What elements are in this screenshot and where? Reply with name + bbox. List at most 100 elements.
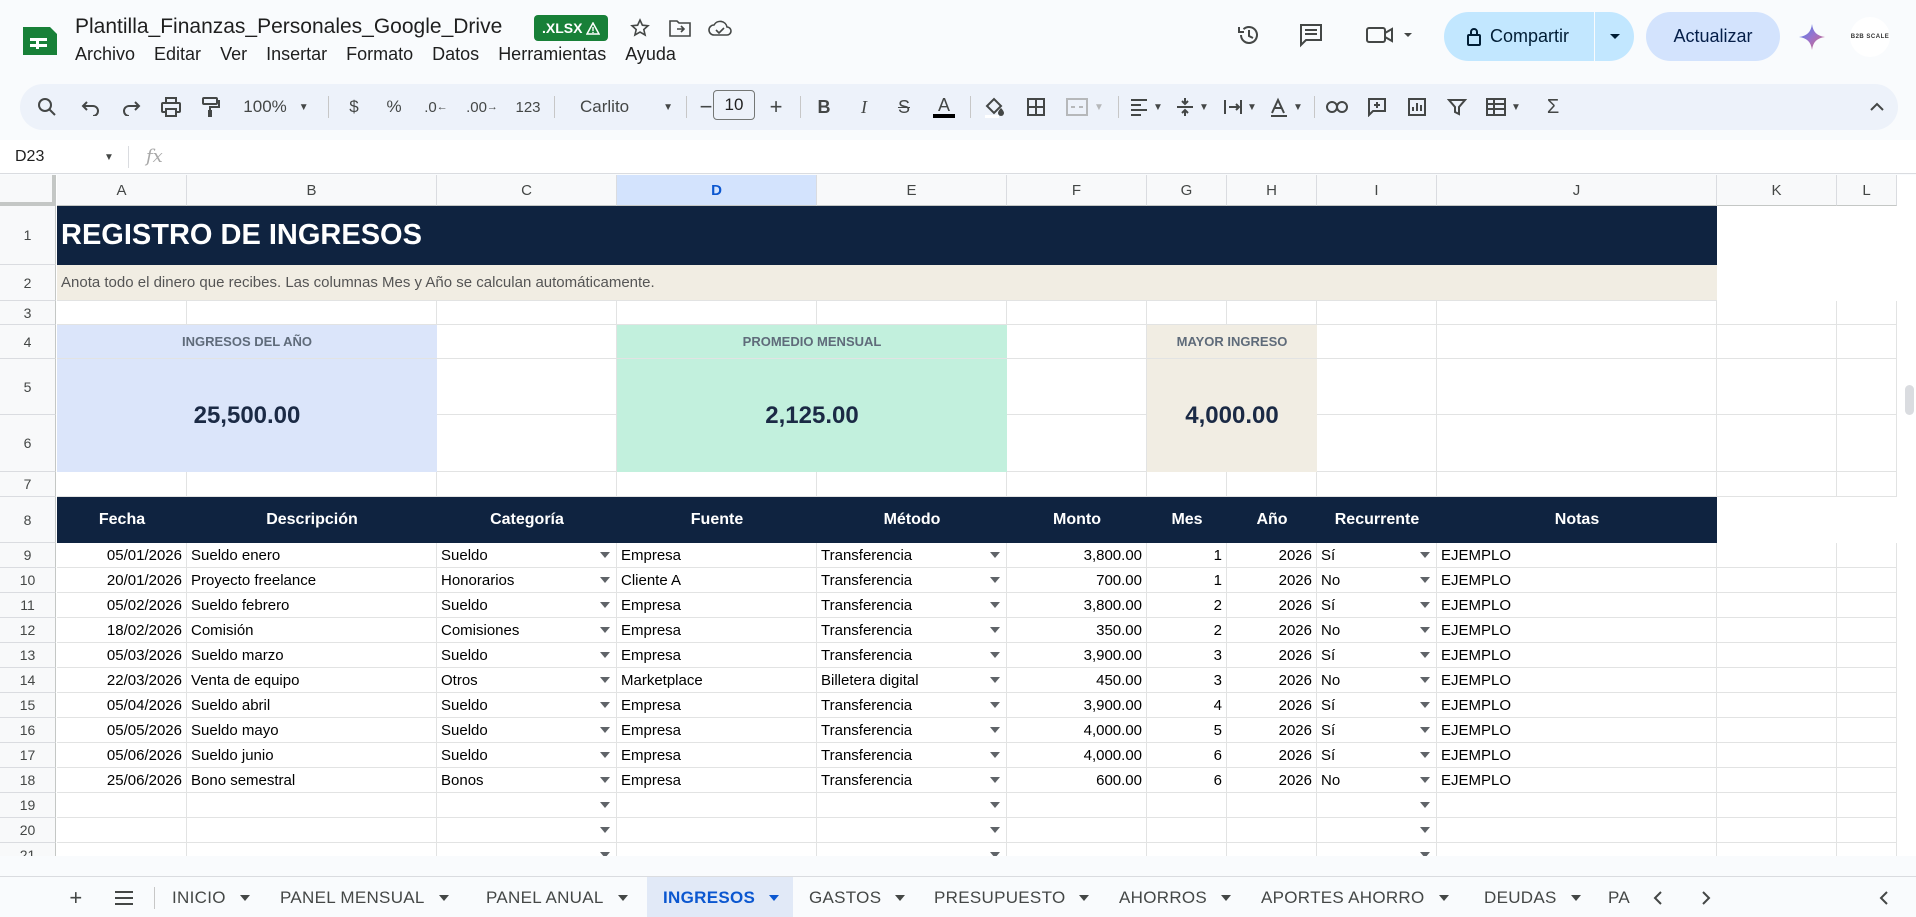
column-header-e[interactable]: E [817,175,1007,206]
column-header-i[interactable]: I [1317,175,1437,206]
cell-categoria[interactable]: Sueldo [437,743,617,768]
row-header-20[interactable]: 20 [0,818,56,843]
row-header-18[interactable]: 18 [0,768,56,793]
increase-decimal-button[interactable]: .00 → [462,84,502,130]
dropdown-arrow-icon[interactable] [600,652,610,658]
cell-categoria[interactable]: Bonos [437,768,617,793]
text-wrap-icon[interactable]: ▼ [1218,84,1262,130]
cell[interactable] [1837,793,1897,818]
move-folder-icon[interactable] [668,16,692,40]
chevron-down-icon[interactable] [1221,894,1232,901]
bold-button[interactable]: B [808,84,840,130]
chevron-down-icon[interactable] [769,894,780,901]
cell-recurrente[interactable]: Sí [1317,593,1437,618]
collapse-toolbar-icon[interactable] [1862,84,1892,130]
cell[interactable] [437,301,617,325]
table-view-icon[interactable]: ▼ [1480,84,1526,130]
cell[interactable] [1717,472,1837,497]
cell-metodo[interactable]: Transferencia [817,693,1007,718]
share-dropdown-icon[interactable] [1595,33,1634,41]
row-header-6[interactable]: 6 [0,415,56,472]
cell[interactable] [1007,793,1147,818]
cell-dropdown[interactable] [817,843,1007,856]
tab-aportes-ahorro[interactable]: APORTES AHORRO [1245,877,1461,917]
cell[interactable] [617,793,817,818]
cell-fecha[interactable]: 18/02/2026 [57,618,187,643]
cell-monto[interactable]: 4,000.00 [1007,743,1147,768]
dropdown-arrow-icon[interactable] [1420,802,1430,808]
italic-button[interactable]: I [848,84,880,130]
column-header-k[interactable]: K [1717,175,1837,206]
cell-dropdown[interactable] [1317,818,1437,843]
cell-fecha[interactable]: 05/03/2026 [57,643,187,668]
print-icon[interactable] [156,84,186,130]
cell-fecha[interactable]: 22/03/2026 [57,668,187,693]
cell[interactable] [1717,568,1837,593]
cell[interactable] [1147,472,1227,497]
cell-metodo[interactable]: Transferencia [817,743,1007,768]
menu-ver[interactable]: Ver [220,44,257,65]
cell[interactable] [1717,618,1837,643]
tab-panel-anual[interactable]: PANEL ANUAL [470,877,639,917]
dropdown-arrow-icon[interactable] [1420,727,1430,733]
cell-recurrente[interactable]: Sí [1317,743,1437,768]
cell-ano[interactable]: 2026 [1227,593,1317,618]
document-title[interactable]: Plantilla_Finanzas_Personales_Google_Dri… [75,15,502,39]
cell-dropdown[interactable] [1317,793,1437,818]
cell-recurrente[interactable]: No [1317,618,1437,643]
vertical-scrollbar[interactable] [1905,385,1914,415]
cell-fecha[interactable]: 05/01/2026 [57,543,187,568]
cell[interactable] [1007,325,1147,359]
sheets-logo-icon[interactable] [20,24,60,58]
cell-notas[interactable]: EJEMPLO [1437,693,1717,718]
cell-monto[interactable]: 4,000.00 [1007,718,1147,743]
filter-icon[interactable] [1440,84,1474,130]
more-formats-button[interactable]: 123 [508,84,548,130]
cell[interactable] [1837,593,1897,618]
update-button[interactable]: Actualizar [1646,12,1780,61]
merge-cells-icon[interactable]: ▼ [1060,84,1110,130]
dropdown-arrow-icon[interactable] [600,627,610,633]
menu-insertar[interactable]: Insertar [266,44,337,65]
cell-recurrente[interactable]: Sí [1317,543,1437,568]
cell[interactable] [1717,718,1837,743]
cell[interactable] [1837,668,1897,693]
cell-notas[interactable]: EJEMPLO [1437,743,1717,768]
row-header-21[interactable]: 21 [0,843,56,856]
cell[interactable] [1837,618,1897,643]
cell-mes[interactable]: 1 [1147,568,1227,593]
cell-fecha[interactable]: 20/01/2026 [57,568,187,593]
all-sheets-icon[interactable] [110,877,138,917]
cell[interactable] [1837,843,1897,856]
row-header-14[interactable]: 14 [0,668,56,693]
cell[interactable] [1317,359,1437,415]
cell[interactable] [57,818,187,843]
cell[interactable] [437,359,617,415]
dropdown-arrow-icon[interactable] [990,777,1000,783]
cell[interactable] [1717,543,1837,568]
cell-ano[interactable]: 2026 [1227,768,1317,793]
column-header-l[interactable]: L [1837,175,1897,206]
row-header-17[interactable]: 17 [0,743,56,768]
cell[interactable] [187,793,437,818]
column-header-a[interactable]: A [57,175,187,206]
cell-descripcion[interactable]: Sueldo enero [187,543,437,568]
chevron-down-icon[interactable] [617,894,628,901]
dropdown-arrow-icon[interactable] [1420,627,1430,633]
cell[interactable] [1007,818,1147,843]
cell[interactable] [57,793,187,818]
star-icon[interactable] [628,16,652,40]
cell[interactable] [1007,843,1147,856]
account-avatar[interactable]: B2B SCALE [1850,17,1890,57]
column-header-c[interactable]: C [437,175,617,206]
cell[interactable] [437,325,617,359]
dropdown-arrow-icon[interactable] [1420,552,1430,558]
cell[interactable] [1007,415,1147,472]
cell[interactable] [1437,818,1717,843]
dropdown-arrow-icon[interactable] [1420,677,1430,683]
insert-comment-icon[interactable] [1360,84,1394,130]
menu-datos[interactable]: Datos [432,44,489,65]
share-button[interactable]: Compartir [1444,12,1634,61]
cell[interactable] [617,472,817,497]
cell-fuente[interactable]: Empresa [617,743,817,768]
